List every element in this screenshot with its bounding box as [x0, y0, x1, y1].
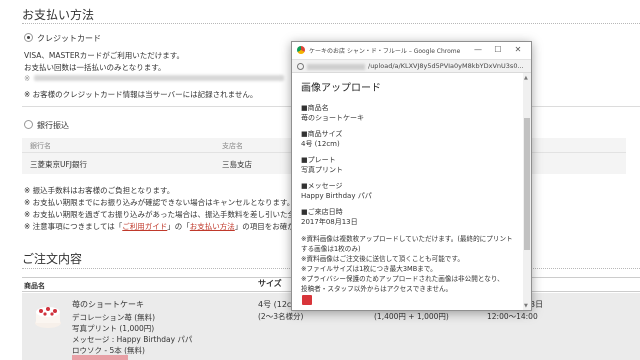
- upload-note-4b: 投稿者・スタッフ以外からはアクセスできません。: [301, 285, 453, 293]
- branch-name-header: 支店名: [222, 142, 243, 150]
- size-label: ■商品サイズ: [301, 130, 343, 138]
- maximize-icon[interactable]: ☐: [491, 44, 505, 56]
- product-label: ■商品名: [301, 104, 329, 112]
- bank-note-3: ※ お支払い期限を過ぎてお振り込みがあった場合は、振込手数料を差し引いた全額を: [24, 210, 310, 219]
- payment-section-title: お支払い方法: [22, 8, 95, 22]
- order-item-option-1: デコレーション苺 (無料): [72, 313, 156, 322]
- bank-note-4-mid: 」の「: [167, 222, 190, 231]
- credit-card-security-note: ※ お客様のクレジットカード情報は当サーバーには記録されません。: [24, 90, 258, 99]
- credit-card-info-line2: お支払い回数は一括払いのみとなります。: [24, 63, 166, 72]
- pink-button-edge[interactable]: [72, 355, 128, 360]
- upload-note-1b: する画像は1枚のみ): [301, 245, 361, 253]
- size-value: 4号 (12cm): [301, 140, 340, 148]
- blurred-note-marker: ※: [24, 74, 31, 83]
- product-value: 苺のショートケーキ: [301, 114, 364, 122]
- upload-note-1a: ※資料画像は複数枚アップロードしていただけます。(最終的にプリント: [301, 235, 513, 243]
- credit-card-radio[interactable]: [24, 33, 33, 42]
- blurred-text: [34, 75, 284, 81]
- order-item-option-3: メッセージ : Happy Birthday パパ: [72, 335, 193, 344]
- plate-value: 写真プリント: [301, 166, 343, 174]
- close-icon[interactable]: ✕: [511, 44, 525, 56]
- credit-card-info-line1: VISA、MASTERカードがご利用いただけます。: [24, 51, 185, 60]
- order-item-size-servings: (2〜3名様分): [258, 312, 304, 321]
- order-item-time: 12:00〜14:00: [487, 312, 538, 321]
- usage-guide-link[interactable]: ご利用ガイド: [122, 222, 167, 231]
- popup-scrollbar[interactable]: ▲ ▼: [523, 73, 531, 310]
- popup-address-bar[interactable]: /upload/a/KLXVJ8y5d5PVIa0yM8kbYDxVnU3s0.…: [292, 59, 531, 73]
- bank-note-1: ※ 振込手数料はお客様のご負担となります。: [24, 186, 175, 195]
- visit-date-value: 2017年08月13日: [301, 218, 358, 226]
- minimize-icon[interactable]: —: [471, 44, 485, 56]
- bank-name-value: 三菱東京UFJ銀行: [30, 160, 88, 169]
- order-item-price-breakdown: (1,400円 + 1,000円): [374, 312, 449, 321]
- size-column-header: サイズ: [258, 279, 282, 288]
- bank-transfer-label[interactable]: 銀行振込: [37, 120, 69, 131]
- scroll-down-icon[interactable]: ▼: [524, 303, 528, 309]
- scroll-up-icon[interactable]: ▲: [524, 75, 528, 81]
- blurred-domain: [307, 64, 365, 70]
- scrollbar-thumb[interactable]: [524, 118, 530, 250]
- plate-label: ■プレート: [301, 156, 336, 164]
- upload-note-4a: ※プライバシー保護のためアップロードされた画像は非公開となり、: [301, 275, 504, 283]
- info-icon[interactable]: [297, 63, 304, 70]
- popup-window-title: ケーキのお店 シャン・ド・フルール – Google Chrome: [309, 48, 461, 55]
- image-upload-popup-window[interactable]: ケーキのお店 シャン・ド・フルール – Google Chrome — ☐ ✕ …: [291, 41, 532, 311]
- bank-note-4-prefix: ※ 注意事項につきましては「: [24, 222, 123, 231]
- cake-thumbnail: [35, 307, 61, 328]
- visit-date-label: ■ご来店日時: [301, 208, 343, 216]
- popup-titlebar[interactable]: ケーキのお店 シャン・ド・フルール – Google Chrome — ☐ ✕: [292, 42, 531, 59]
- order-item-name: 苺のショートケーキ: [72, 300, 144, 309]
- order-item-option-2: 写真プリント (1,000円): [72, 324, 155, 333]
- bank-name-header: 銀行名: [30, 142, 51, 150]
- popup-url[interactable]: /upload/a/KLXVJ8y5d5PVIa0yM8kbYDxVnU3s0.…: [368, 62, 524, 70]
- chrome-icon: [297, 46, 305, 54]
- popup-content: 画像アップロード ■商品名 苺のショートケーキ ■商品サイズ 4号 (12cm)…: [292, 73, 525, 310]
- bank-transfer-radio[interactable]: [24, 120, 33, 129]
- order-section-title: ご注文内容: [22, 252, 83, 266]
- message-value: Happy Birthday パパ: [301, 192, 372, 200]
- product-column-header: 商品名: [24, 282, 45, 290]
- section-divider: [22, 23, 640, 24]
- message-label: ■メッセージ: [301, 182, 343, 190]
- payment-method-link[interactable]: お支払い方法: [190, 222, 235, 231]
- image-file-icon[interactable]: [302, 295, 312, 305]
- branch-name-value: 三島支店: [222, 160, 252, 169]
- upload-note-3: ※ファイルサイズは1枚につき最大3MBまで。: [301, 265, 437, 273]
- credit-card-label[interactable]: クレジットカード: [37, 33, 101, 44]
- bank-note-2: ※ お支払い期限までにお振り込みが確認できない場合はキャンセルとなります。: [24, 198, 295, 207]
- upload-note-2: ※資料画像はご注文後に送信して頂くことも可能です。: [301, 255, 464, 263]
- upload-heading: 画像アップロード: [301, 83, 381, 94]
